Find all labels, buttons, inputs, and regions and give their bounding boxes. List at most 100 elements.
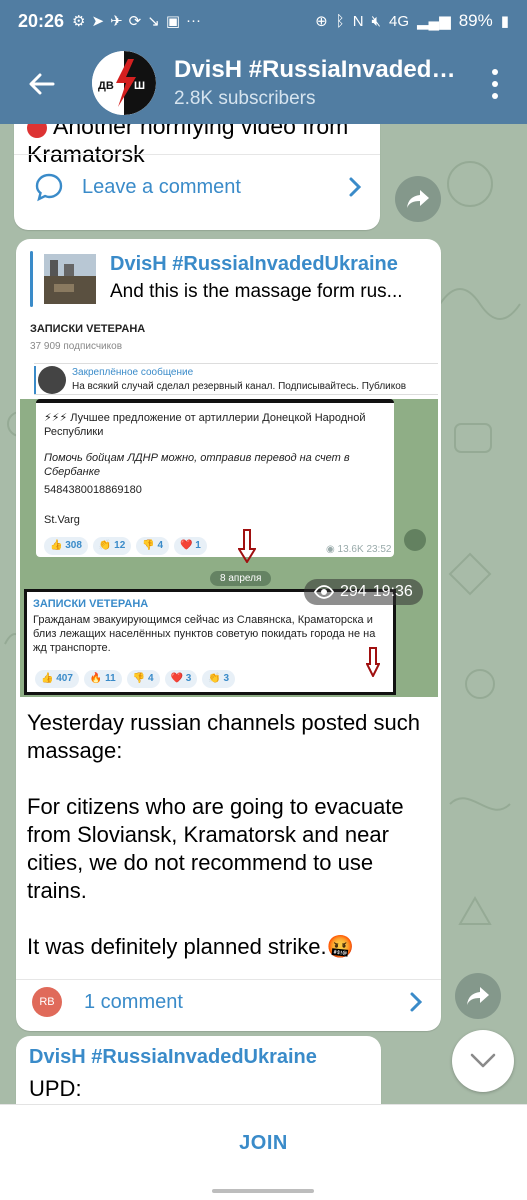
back-arrow-icon <box>29 73 55 95</box>
red-arrow-icon <box>366 647 380 677</box>
join-bar: JOIN <box>0 1104 527 1182</box>
image-post-text: Гражданам эвакуирующимся сейчас из Славя… <box>33 614 376 654</box>
image-pinned-message: Закреплённое сообщение На всякий случай … <box>34 363 438 395</box>
home-gesture-handle[interactable] <box>212 1189 314 1193</box>
view-count: 294 <box>340 583 367 600</box>
dot <box>492 93 498 99</box>
image-icon: ▣ <box>165 13 180 30</box>
navigation-bar <box>0 1182 527 1200</box>
red-circle-icon <box>27 124 47 138</box>
reaction: ❤️ 3 <box>164 670 198 688</box>
reaction: 🔥 11 <box>83 670 122 688</box>
battery-icon: ▮ <box>500 13 509 30</box>
reaction: 👏 12 <box>92 537 132 555</box>
message-image[interactable]: ЗАПИСКИ VETEPAHA 37 909 подписчиков Закр… <box>20 317 438 697</box>
channel-title[interactable]: DvisH #RussiaInvadedUkraine <box>174 56 464 84</box>
status-time: 20:26 <box>18 10 65 31</box>
comments-count-label: 1 comment <box>84 990 183 1013</box>
pinned-thumbnail <box>38 366 66 394</box>
app-bar: ДВ Ш DvisH #RussiaInvadedUkraine 2.8K su… <box>0 42 527 124</box>
status-bar: 20:26 ⚙ ➤ ✈ ⟳ ↘ ▣ ··· ⊕ ᛒ N 🔇︎ 4G ▂▄▆ 89… <box>0 0 527 42</box>
share-icon <box>467 987 489 1005</box>
location-icon: ⊕ <box>315 13 328 30</box>
share-icon <box>407 190 429 208</box>
reply-preview[interactable]: DvisH #RussiaInvadedUkraine And this is … <box>30 251 430 309</box>
message-paragraph: It was definitely planned strike.🤬 <box>27 934 354 959</box>
image-post-sign: St.Varg <box>44 514 80 526</box>
message-bubble[interactable]: DvisH #RussiaInvadedUkraine And this is … <box>16 239 441 1031</box>
message-author: DvisH #RussiaInvadedUkraine <box>29 1046 317 1068</box>
message-paragraph: Yesterday russian channels posted such m… <box>27 710 420 763</box>
eye-icon <box>314 585 334 599</box>
scroll-to-bottom-button[interactable] <box>452 1030 514 1092</box>
chat-area[interactable]: Another horrifying video from Kramatorsk… <box>0 124 527 1104</box>
eye-icon: ◉ <box>326 544 335 555</box>
join-button[interactable]: JOIN <box>239 1132 288 1155</box>
message-bubble[interactable]: Another horrifying video from Kramatorsk… <box>14 124 380 230</box>
reaction: 👏 3 <box>202 670 236 688</box>
svg-text:ДВ: ДВ <box>98 80 114 92</box>
comment-bubble-icon <box>35 173 63 202</box>
image-post-number: 5484380018869180 <box>44 484 142 496</box>
sync-icon: ⟳ <box>128 13 142 30</box>
bluetooth-icon: ᛒ <box>335 12 345 30</box>
image-post: ⚡⚡⚡ Лучшее предложение от артиллерии Дон… <box>36 399 394 557</box>
image-chat-background: ⚡⚡⚡ Лучшее предложение от артиллерии Дон… <box>20 399 438 697</box>
settings-icon: ⚙ <box>72 13 86 30</box>
leave-comment-label: Leave a comment <box>82 175 241 198</box>
reaction: ❤️ 1 <box>174 537 207 555</box>
nfc-icon: N <box>352 12 364 30</box>
image-post-views: 13.6K <box>337 544 364 555</box>
red-arrow-icon <box>238 529 256 563</box>
share-button[interactable] <box>395 176 441 222</box>
divider <box>14 154 380 155</box>
notification-icons: ⚙ ➤ ✈ ⟳ ↘ ▣ ··· <box>72 12 201 30</box>
mute-icon: 🔇︎ <box>371 12 381 30</box>
missed-call-icon: ↘ <box>147 13 160 30</box>
image-post-time: 23:52 <box>366 544 392 555</box>
reaction: 👎 4 <box>126 670 160 688</box>
channel-avatar[interactable]: ДВ Ш <box>92 51 156 115</box>
image-post-meta: ◉ 13.6K 23:52 <box>326 543 391 557</box>
image-channel-name: ЗАПИСКИ VETEPAHA <box>30 323 146 335</box>
image-post-line: Помочь бойцам ЛДНР можно, отправив перев… <box>44 452 350 478</box>
image-date-chip: 8 апреля <box>210 571 272 586</box>
pinned-title: Закреплённое сообщение <box>72 367 194 378</box>
chevron-down-icon <box>470 1053 496 1068</box>
dot <box>492 69 498 75</box>
reaction: 👍 407 <box>35 670 79 688</box>
share-button[interactable] <box>455 973 501 1019</box>
image-post-line: ⚡⚡⚡ Лучшее предложение от артиллерии Дон… <box>44 412 366 438</box>
subscriber-count: 2.8K subscribers <box>174 88 316 109</box>
image-reactions: 👍 407 🔥 11 👎 4 ❤️ 3 👏 3 <box>35 670 236 688</box>
message-text: UPD: <box>29 1076 82 1101</box>
comments-button[interactable]: RB 1 comment <box>16 977 441 1027</box>
commenter-avatar: RB <box>32 987 62 1017</box>
reaction: 👍 308 <box>44 537 88 555</box>
more-menu-button[interactable] <box>483 66 507 102</box>
reply-bar <box>30 251 33 307</box>
channel-logo-icon: ДВ Ш <box>92 51 156 115</box>
leave-comment-button[interactable]: Leave a comment <box>14 162 380 212</box>
back-button[interactable] <box>22 64 62 104</box>
reaction: 👎 4 <box>136 537 170 555</box>
dot <box>492 81 498 87</box>
reply-author: DvisH #RussiaInvadedUkraine <box>110 253 398 275</box>
more-icon: ··· <box>186 12 201 29</box>
battery-percent: 89% <box>458 11 493 30</box>
svg-text:Ш: Ш <box>134 80 145 92</box>
view-count-badge: 294 19:36 <box>304 579 423 605</box>
navigation-icon: ➤ <box>91 13 105 30</box>
message-paragraph: For citizens who are going to evacuate f… <box>27 794 404 903</box>
message-bubble[interactable]: DvisH #RussiaInvadedUkraine UPD: <box>16 1036 381 1104</box>
system-icons: ⊕ ᛒ N 🔇︎ 4G ▂▄▆ 89% ▮ <box>315 11 509 31</box>
reply-text: And this is the massage form rus... <box>110 281 403 302</box>
chevron-right-icon <box>349 177 362 197</box>
signal-icon: ▂▄▆ <box>417 13 451 30</box>
reply-thumbnail <box>44 254 96 304</box>
telegram-icon: ✈ <box>110 13 123 30</box>
chevron-right-icon <box>410 992 423 1012</box>
pinned-bar <box>34 366 36 394</box>
pinned-text: На всякий случай сделал резервный канал.… <box>72 381 407 392</box>
image-reactions: 👍 308 👏 12 👎 4 ❤️ 1 <box>44 537 207 555</box>
